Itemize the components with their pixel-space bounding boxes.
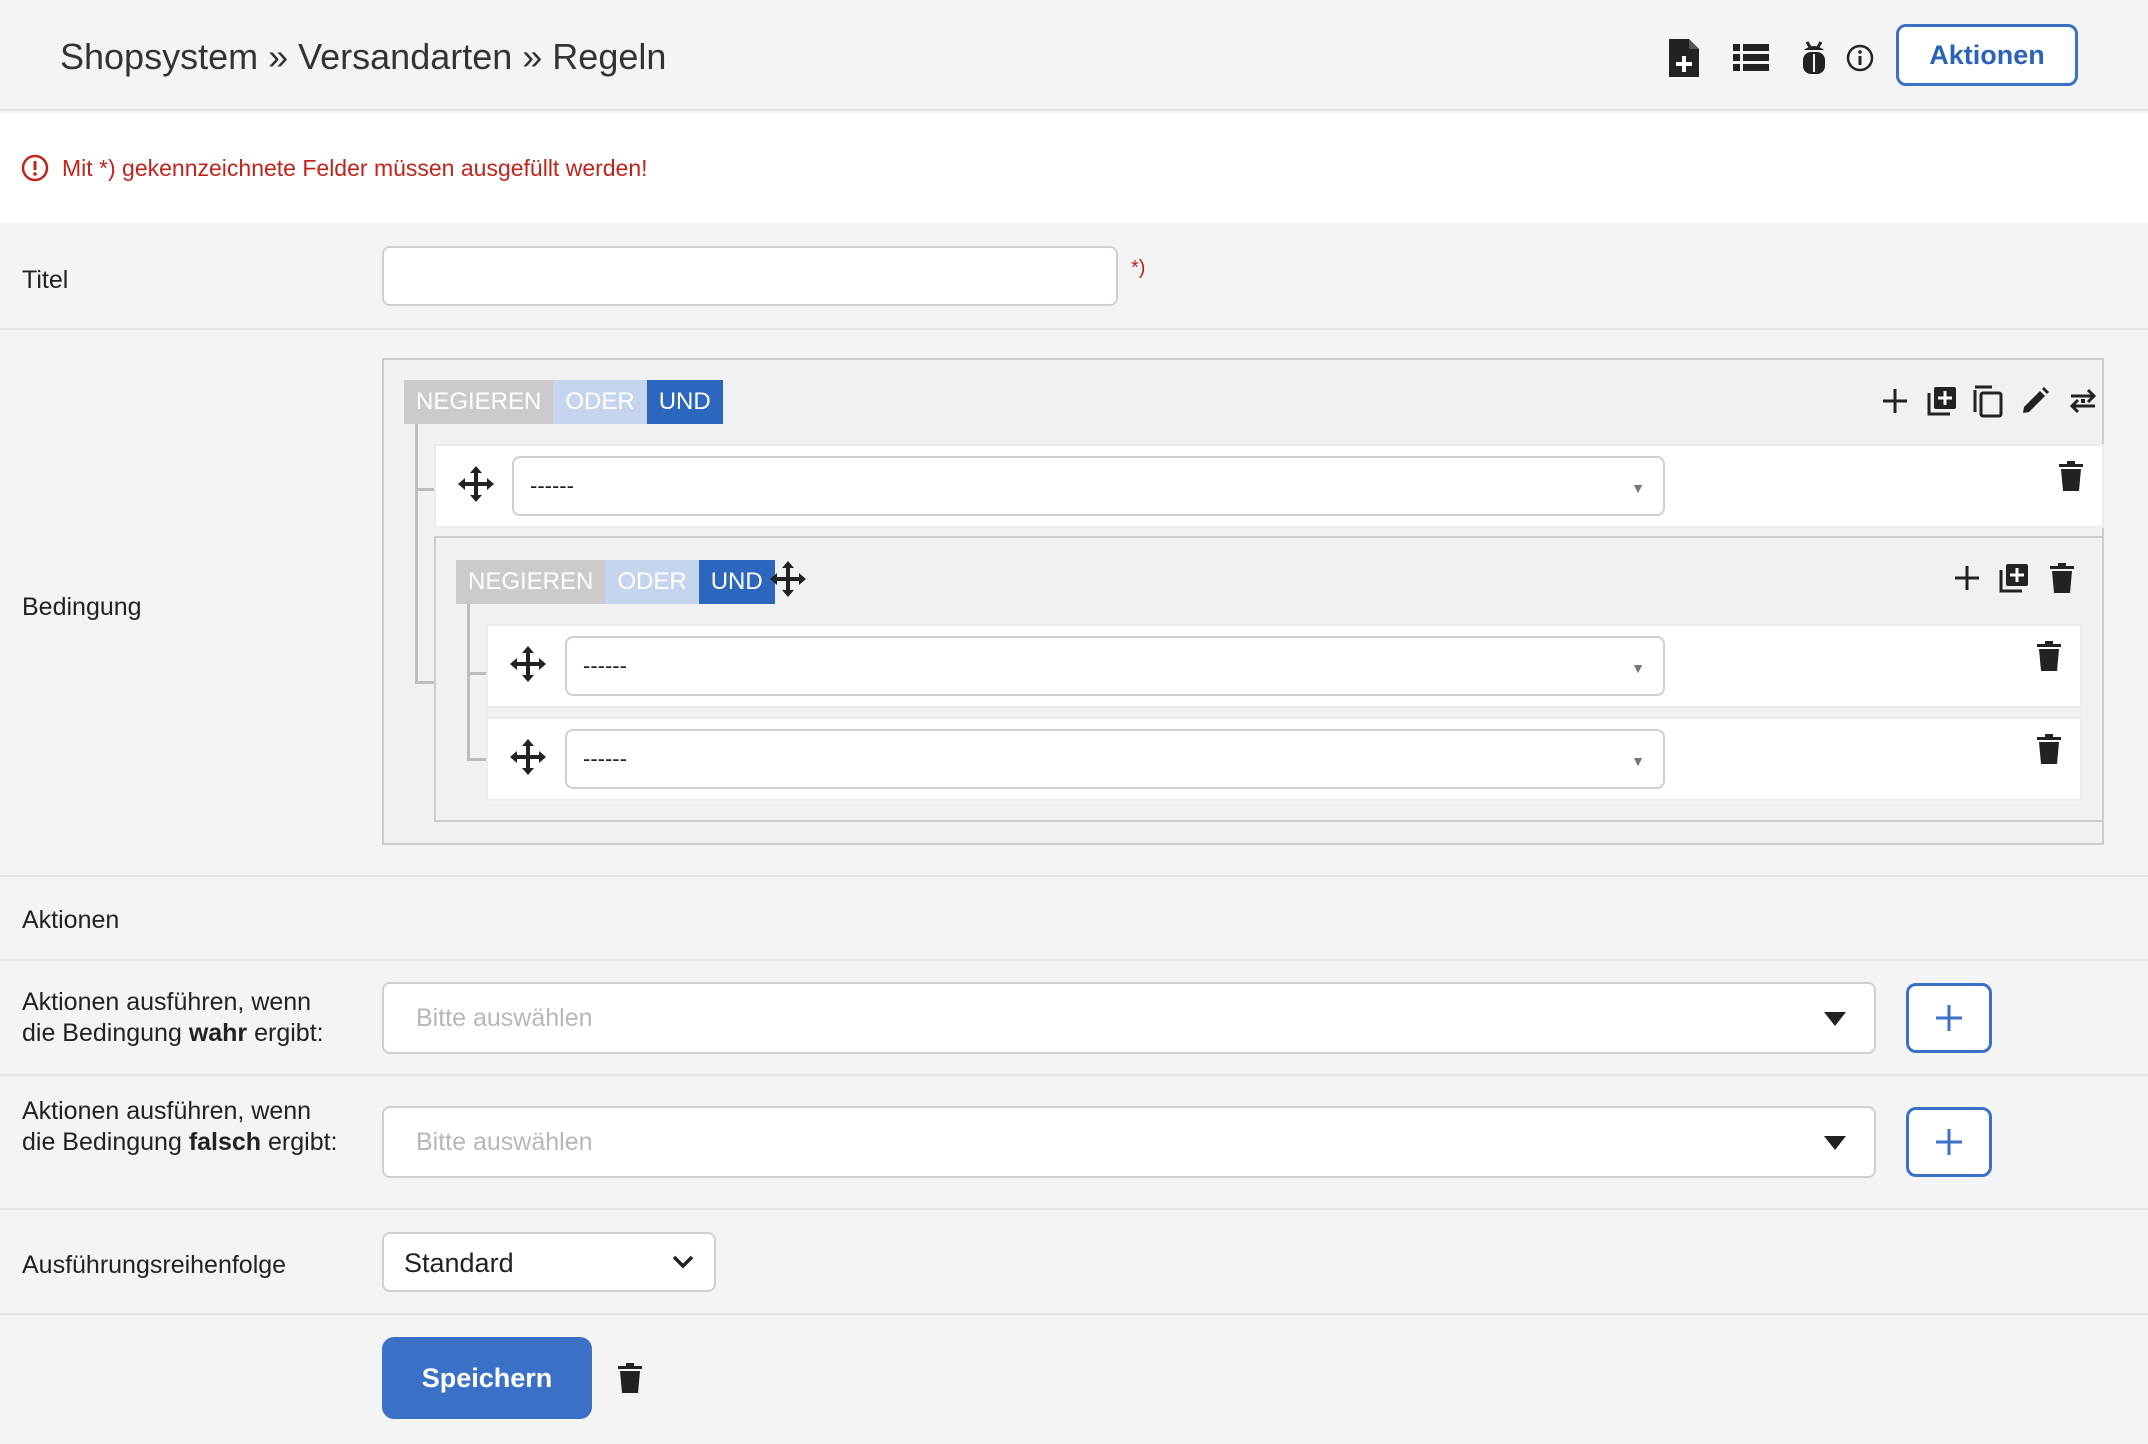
swap-icon[interactable]	[2063, 381, 2103, 421]
save-button[interactable]: Speichern	[382, 1337, 592, 1419]
page-header: Shopsystem » Versandarten » Regeln Aktio…	[0, 0, 2148, 111]
condition-label: Bedingung	[22, 593, 142, 621]
edit-icon[interactable]	[2015, 381, 2055, 421]
actions-heading: Aktionen	[22, 906, 120, 934]
group-add-group-icon[interactable]	[1994, 558, 2034, 598]
group-or-button[interactable]: ODER	[605, 560, 699, 604]
logic-toggle: NEGIEREN ODER UND	[404, 380, 723, 424]
false-label-bold: falsch	[188, 1128, 262, 1156]
chevron-down-icon	[672, 1254, 694, 1275]
group-rule-field-value: ------	[583, 746, 627, 771]
rule-field-value: ------	[530, 473, 574, 498]
required-mark: *)	[1131, 257, 1146, 279]
list-icon[interactable]	[1731, 38, 1771, 78]
group-rule-field-select[interactable]: ------ ▼	[565, 636, 1665, 696]
breadcrumb: Shopsystem » Versandarten » Regeln	[60, 36, 667, 77]
group-negate-button[interactable]: NEGIEREN	[456, 560, 606, 604]
group-drag-handle-icon[interactable]	[768, 559, 808, 599]
and-button[interactable]: UND	[646, 380, 723, 424]
drag-handle-icon[interactable]	[508, 644, 548, 684]
notice-text: Mit *) gekennzeichnete Felder müssen aus…	[62, 155, 648, 181]
add-false-action-button[interactable]	[1906, 1107, 1992, 1177]
group-rule-field-value: ------	[583, 653, 627, 678]
true-actions-label: Aktionen ausführen, wenn die Bedingung w…	[22, 987, 342, 1049]
caret-down-icon: ▼	[1631, 660, 1645, 676]
or-button[interactable]: ODER	[553, 380, 647, 424]
add-true-action-button[interactable]	[1906, 983, 1992, 1053]
caret-down-icon: ▼	[1631, 480, 1645, 496]
group-rule-field-select[interactable]: ------ ▼	[565, 729, 1665, 789]
true-actions-select[interactable]: Bitte auswählen	[382, 982, 1876, 1054]
add-group-icon[interactable]	[1922, 381, 1962, 421]
false-label-suffix: ergibt:	[261, 1128, 338, 1156]
new-document-icon[interactable]	[1664, 38, 1704, 78]
select-placeholder: Bitte auswählen	[416, 1128, 593, 1156]
drag-handle-icon[interactable]	[456, 464, 496, 504]
true-label-bold: wahr	[188, 1019, 248, 1047]
order-select[interactable]: Standard	[382, 1232, 716, 1292]
group-add-rule-icon[interactable]	[1947, 558, 1987, 598]
tree-line	[467, 604, 470, 760]
select-placeholder: Bitte auswählen	[416, 1004, 593, 1032]
info-icon[interactable]	[1840, 38, 1880, 78]
trash-icon[interactable]	[2051, 456, 2091, 496]
group-logic-toggle: NEGIEREN ODER UND	[456, 560, 775, 604]
delete-icon[interactable]	[610, 1358, 650, 1398]
group-and-button[interactable]: UND	[698, 560, 775, 604]
required-fields-notice: Mit *) gekennzeichnete Felder müssen aus…	[0, 113, 2148, 223]
alert-circle-icon	[21, 154, 49, 187]
tree-line	[415, 424, 418, 684]
actions-heading-row: Aktionen	[0, 877, 2148, 961]
trash-icon[interactable]	[2029, 729, 2069, 769]
order-row: Ausführungsreihenfolge	[0, 1210, 2148, 1315]
order-value: Standard	[404, 1248, 514, 1278]
drag-handle-icon[interactable]	[508, 737, 548, 777]
true-label-suffix: ergibt:	[247, 1019, 324, 1047]
false-actions-label: Aktionen ausführen, wenn die Bedingung f…	[22, 1096, 342, 1158]
bug-icon[interactable]	[1794, 38, 1834, 78]
caret-down-icon: ▼	[1631, 753, 1645, 769]
false-actions-select[interactable]: Bitte auswählen	[382, 1106, 1876, 1178]
add-rule-icon[interactable]	[1875, 381, 1915, 421]
caret-down-icon	[1824, 1012, 1846, 1031]
rule-field-select[interactable]: ------ ▼	[512, 456, 1665, 516]
negate-button[interactable]: NEGIEREN	[404, 380, 554, 424]
title-input[interactable]	[382, 246, 1118, 306]
group-trash-icon[interactable]	[2042, 558, 2082, 598]
order-label: Ausführungsreihenfolge	[22, 1251, 287, 1279]
trash-icon[interactable]	[2029, 636, 2069, 676]
copy-icon[interactable]	[1968, 381, 2008, 421]
actions-button[interactable]: Aktionen	[1896, 24, 2078, 86]
title-label: Titel	[22, 266, 69, 294]
caret-down-icon	[1824, 1136, 1846, 1155]
